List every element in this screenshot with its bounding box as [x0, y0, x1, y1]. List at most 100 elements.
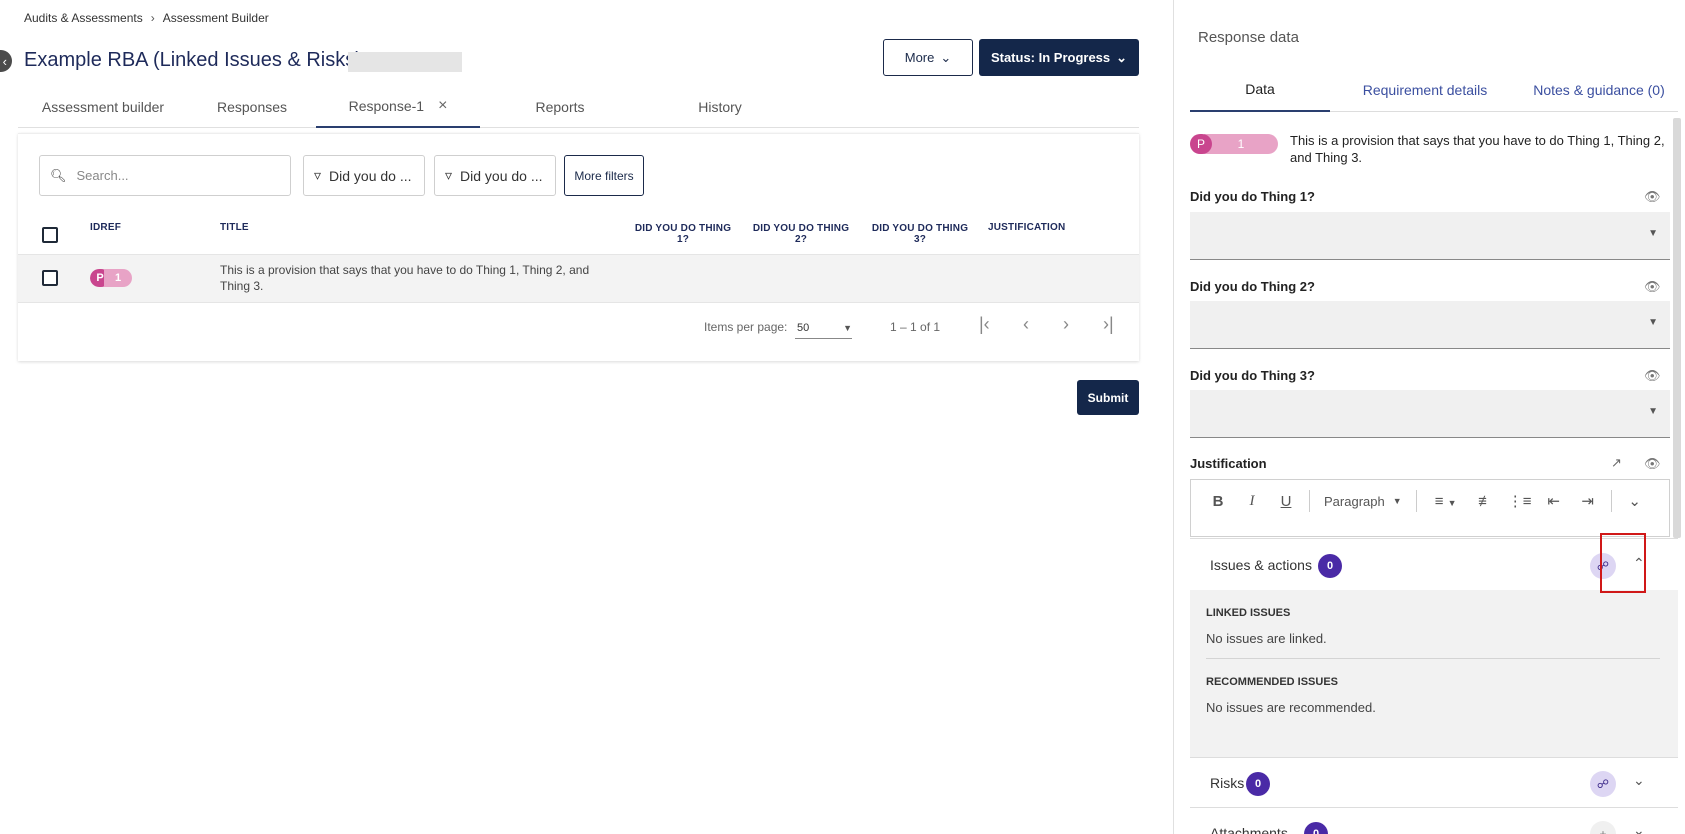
- question-2-select[interactable]: ▼: [1190, 301, 1670, 349]
- row-checkbox[interactable]: [42, 270, 58, 286]
- question-2-label: Did you do Thing 2?: [1190, 279, 1315, 294]
- last-page-icon[interactable]: ›|: [1103, 314, 1114, 335]
- column-header-thing3[interactable]: DID YOU DO THING 3?: [868, 223, 972, 245]
- add-attachment-icon[interactable]: +: [1590, 821, 1616, 834]
- column-header-justification[interactable]: JUSTIFICATION: [988, 222, 1065, 233]
- scrollbar[interactable]: [1673, 118, 1681, 538]
- provision-badge: P 1: [1190, 134, 1278, 154]
- filter-thing2-button[interactable]: ▿ Did you do ...: [434, 155, 556, 196]
- app-root: Audits & Assessments › Assessment Builde…: [0, 0, 1685, 834]
- divider: [1610, 490, 1612, 512]
- badge-number: 1: [1204, 134, 1278, 154]
- tab-responses[interactable]: Responses: [188, 86, 316, 128]
- align-icon[interactable]: ≡ ▼: [1423, 493, 1469, 510]
- indent-icon[interactable]: ⇥: [1571, 492, 1605, 510]
- search-input[interactable]: 🔍︎ Search...: [39, 155, 291, 196]
- table-row[interactable]: P 1 This is a provision that says that y…: [18, 254, 1139, 303]
- bullet-list-icon[interactable]: ⋮≡: [1503, 492, 1537, 510]
- select-all-checkbox[interactable]: [42, 227, 58, 243]
- submit-button[interactable]: Submit: [1077, 380, 1139, 415]
- column-header-idref[interactable]: IDREF: [90, 222, 121, 233]
- panel-tab-bar: Data Requirement details Notes & guidanc…: [1190, 68, 1678, 112]
- response-data-panel: Response data Data Requirement details N…: [1173, 0, 1685, 834]
- question-3-label: Did you do Thing 3?: [1190, 368, 1315, 383]
- chevron-down-icon: ⌄: [940, 49, 952, 65]
- bold-icon[interactable]: B: [1201, 493, 1235, 510]
- issues-actions-body: LINKED ISSUES No issues are linked. RECO…: [1190, 590, 1678, 758]
- items-per-page-select[interactable]: 50 ▼: [795, 317, 852, 339]
- numbered-list-icon[interactable]: ≢: [1469, 493, 1503, 510]
- paragraph-select[interactable]: Paragraph ▼: [1316, 494, 1410, 509]
- row-title: This is a provision that says that you h…: [220, 263, 590, 293]
- chevron-down-icon: ⌄: [1116, 49, 1128, 65]
- page-title: Example RBA (Linked Issues & Risks): [24, 49, 362, 71]
- tab-requirement-details[interactable]: Requirement details: [1330, 68, 1520, 112]
- divider: [1309, 490, 1310, 512]
- italic-icon[interactable]: I: [1235, 493, 1269, 510]
- caret-down-icon: ▼: [1648, 317, 1658, 328]
- chevron-down-icon[interactable]: ⌄: [1618, 492, 1652, 510]
- search-icon: 🔍︎: [50, 167, 67, 183]
- items-per-page-value: 50: [797, 321, 810, 334]
- status-button[interactable]: Status: In Progress ⌄: [979, 39, 1139, 76]
- close-icon[interactable]: ×: [438, 97, 447, 115]
- caret-down-icon: ▼: [1648, 406, 1658, 417]
- more-button-label: More: [904, 50, 935, 65]
- eye-icon[interactable]: 👁︎: [1644, 279, 1661, 295]
- tab-label: Responses: [216, 99, 288, 115]
- chevron-down-icon[interactable]: ⌄: [1633, 772, 1645, 789]
- previous-page-icon[interactable]: ‹: [1023, 314, 1029, 335]
- recommended-issues-header: RECOMMENDED ISSUES: [1206, 676, 1339, 688]
- caret-down-icon: ▼: [1648, 228, 1658, 239]
- filter-thing1-button[interactable]: ▿ Did you do ...: [303, 155, 425, 196]
- link-risk-icon[interactable]: ☍: [1590, 771, 1616, 797]
- column-header-title[interactable]: TITLE: [220, 222, 249, 233]
- status-button-label: Status: In Progress: [990, 50, 1111, 65]
- column-header-thing2[interactable]: DID YOU DO THING 2?: [749, 223, 853, 245]
- next-page-icon[interactable]: ›: [1063, 314, 1069, 335]
- responses-card: 🔍︎ Search... ▿ Did you do ... ▿ Did you …: [18, 133, 1139, 361]
- breadcrumb-audits[interactable]: Audits & Assessments: [24, 11, 143, 25]
- issues-actions-label: Issues & actions: [1210, 557, 1312, 573]
- justification-editor[interactable]: B I U Paragraph ▼ ≡ ▼ ≢ ⋮≡ ⇤ ⇥ ⌄: [1190, 479, 1670, 537]
- attachments-label: Attachments: [1210, 825, 1288, 834]
- eye-icon[interactable]: 👁︎: [1644, 189, 1661, 205]
- badge-number: 1: [104, 269, 132, 287]
- chevron-down-icon[interactable]: ⌄: [1633, 822, 1645, 834]
- filter-icon: ▿: [314, 167, 322, 183]
- first-page-icon[interactable]: |‹: [979, 314, 990, 335]
- tab-history[interactable]: History: [640, 86, 800, 128]
- question-3-select[interactable]: ▼: [1190, 390, 1670, 438]
- tab-label: Assessment builder: [41, 99, 165, 115]
- back-arrow-icon[interactable]: ‹: [0, 50, 12, 72]
- justification-label: Justification: [1190, 456, 1267, 471]
- breadcrumb-assessment-builder[interactable]: Assessment Builder: [163, 11, 269, 25]
- more-button[interactable]: More ⌄: [883, 39, 973, 76]
- attachments-header[interactable]: Attachments 0 + ⌄: [1190, 810, 1678, 834]
- external-link-icon[interactable]: ↗: [1611, 455, 1622, 471]
- tab-response-1[interactable]: Response-1 ×: [316, 86, 480, 128]
- idref-badge: P 1: [90, 269, 132, 287]
- paginator: Items per page: 50 ▼ 1 – 1 of 1 |‹ ‹ › ›…: [18, 310, 1139, 350]
- question-1-label: Did you do Thing 1?: [1190, 189, 1315, 204]
- search-placeholder: Search...: [76, 168, 129, 183]
- tab-data[interactable]: Data: [1190, 68, 1330, 112]
- question-1-select[interactable]: ▼: [1190, 212, 1670, 260]
- risks-count-badge: 0: [1246, 772, 1270, 796]
- underline-icon[interactable]: U: [1269, 493, 1303, 510]
- caret-down-icon: ▼: [1392, 496, 1402, 506]
- attachments-count-badge: 0: [1304, 822, 1328, 834]
- tab-reports[interactable]: Reports: [480, 86, 640, 128]
- page-range: 1 – 1 of 1: [890, 320, 941, 334]
- tab-notes-guidance[interactable]: Notes & guidance (0): [1520, 68, 1678, 112]
- divider: [1415, 490, 1417, 512]
- tab-assessment-builder[interactable]: Assessment builder: [18, 86, 188, 128]
- filter-label: Did you do ...: [460, 167, 543, 184]
- outdent-icon[interactable]: ⇤: [1537, 492, 1571, 510]
- risks-header[interactable]: Risks 0 ☍ ⌄: [1190, 760, 1678, 808]
- column-header-thing1[interactable]: DID YOU DO THING 1?: [631, 223, 735, 245]
- badge-letter: P: [1190, 134, 1212, 154]
- eye-icon[interactable]: 👁︎: [1644, 368, 1661, 384]
- eye-icon[interactable]: 👁︎: [1644, 456, 1661, 472]
- more-filters-button[interactable]: More filters: [564, 155, 644, 196]
